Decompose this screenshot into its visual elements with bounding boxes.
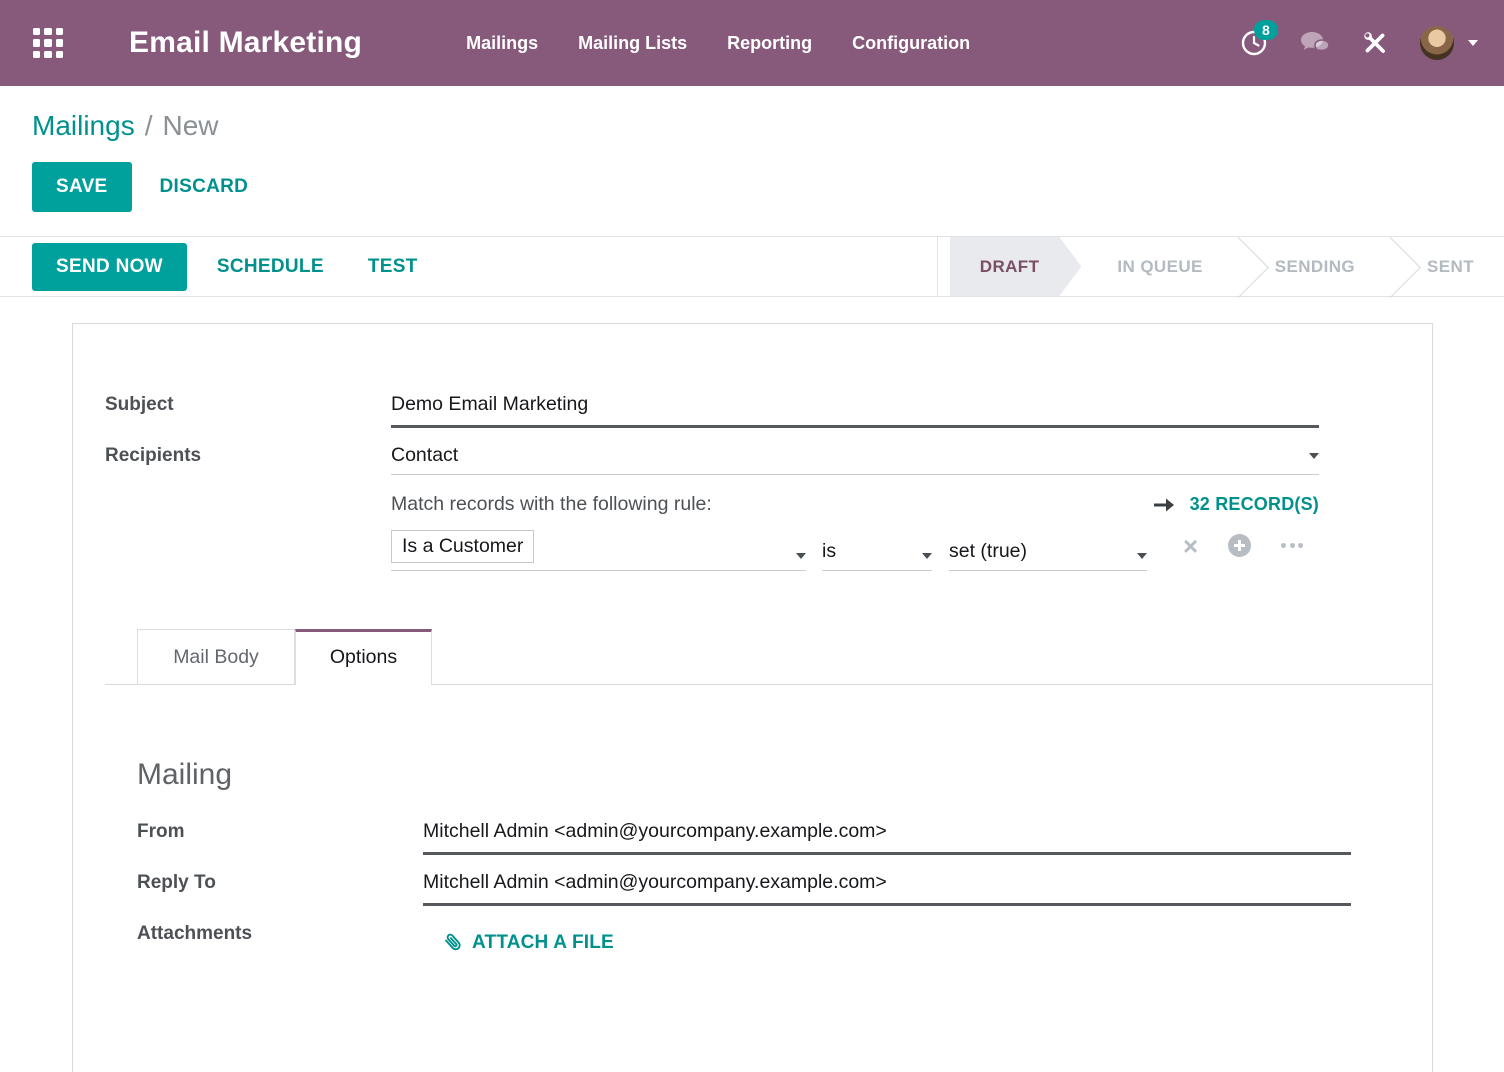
schedule-button[interactable]: SCHEDULE <box>217 256 324 278</box>
rule-value-text: set (true) <box>949 540 1027 563</box>
breadcrumb-current: New <box>162 110 218 141</box>
subject-input[interactable]: Demo Email Marketing <box>391 393 1319 428</box>
reply-to-row: Reply To Mitchell Admin <admin@yourcompa… <box>137 871 1432 906</box>
apps-grid-icon[interactable] <box>33 28 63 58</box>
chat-bubble-icon <box>1300 30 1330 56</box>
stage-sent[interactable]: SENT <box>1391 237 1504 296</box>
arrow-right-icon <box>1152 496 1176 514</box>
menu-mailing-lists[interactable]: Mailing Lists <box>578 33 687 54</box>
test-button[interactable]: TEST <box>368 256 418 278</box>
messages-chat-icon[interactable] <box>1300 30 1330 56</box>
breadcrumb-mailings[interactable]: Mailings <box>32 110 135 141</box>
developer-tools-icon[interactable] <box>1362 30 1388 56</box>
stage-divider <box>937 237 938 296</box>
rule-actions: × <box>1183 534 1303 557</box>
from-label: From <box>137 820 423 843</box>
save-button[interactable]: SAVE <box>32 162 132 212</box>
record-actions: SAVE DISCARD <box>32 162 1504 212</box>
rule-intro-row: Match records with the following rule: 3… <box>105 493 1432 530</box>
add-rule-icon[interactable] <box>1228 534 1251 557</box>
from-row: From Mitchell Admin <admin@yourcompany.e… <box>137 820 1432 855</box>
activities-clock-icon[interactable]: 8 <box>1240 29 1268 57</box>
mailing-section-title: Mailing <box>137 758 1432 792</box>
navbar-systray: 8 <box>1240 26 1478 60</box>
form-area: Subject Demo Email Marketing Recipients … <box>73 324 1432 954</box>
stage-sending[interactable]: SENDING <box>1239 237 1391 296</box>
menu-configuration[interactable]: Configuration <box>852 33 970 54</box>
recipients-value: Contact <box>391 444 458 467</box>
notebook-tabs: Mail Body Options <box>105 629 1432 685</box>
reply-to-input[interactable]: Mitchell Admin <admin@yourcompany.exampl… <box>423 871 1351 906</box>
app-title: Email Marketing <box>129 26 362 60</box>
attachments-row: Attachments ATTACH A FILE <box>137 922 1432 954</box>
subject-row: Subject Demo Email Marketing <box>105 393 1432 428</box>
rule-row: Is a Customer is set (true) × <box>105 530 1432 629</box>
tab-options[interactable]: Options <box>295 629 432 685</box>
avatar <box>1420 26 1454 60</box>
chevron-down-icon <box>922 553 932 559</box>
menu-reporting[interactable]: Reporting <box>727 33 812 54</box>
recipients-label: Recipients <box>105 444 391 467</box>
rule-field-select[interactable]: Is a Customer <box>391 530 806 571</box>
attach-file-button[interactable]: ATTACH A FILE <box>443 932 614 954</box>
stage-draft[interactable]: DRAFT <box>950 237 1082 296</box>
rule-field-value: Is a Customer <box>391 530 534 563</box>
tools-icon <box>1362 30 1388 56</box>
add-branch-icon[interactable] <box>1281 543 1303 548</box>
reply-to-label: Reply To <box>137 871 423 894</box>
record-count-link[interactable]: 32 RECORD(S) <box>1152 494 1319 515</box>
send-now-button[interactable]: SEND NOW <box>32 243 187 291</box>
top-navbar: Email Marketing Mailings Mailing Lists R… <box>0 0 1504 86</box>
breadcrumb: Mailings / New <box>0 86 1504 142</box>
main-menu: Mailings Mailing Lists Reporting Configu… <box>466 33 970 54</box>
tab-mail-body[interactable]: Mail Body <box>137 629 295 684</box>
statusbar-buttons: SEND NOW SCHEDULE TEST <box>32 243 418 291</box>
chevron-down-icon <box>1137 553 1147 559</box>
attachments-label: Attachments <box>137 922 423 945</box>
recipients-row: Recipients Contact <box>105 444 1432 475</box>
form-sheet: Subject Demo Email Marketing Recipients … <box>72 323 1433 1072</box>
stage-in-queue[interactable]: IN QUEUE <box>1081 237 1238 296</box>
recipients-select[interactable]: Contact <box>391 444 1319 475</box>
rule-value-select[interactable]: set (true) <box>949 540 1147 571</box>
chevron-down-icon <box>796 553 806 559</box>
rule-intro-text: Match records with the following rule: <box>391 493 712 516</box>
chevron-down-icon <box>1468 40 1478 46</box>
from-input[interactable]: Mitchell Admin <admin@yourcompany.exampl… <box>423 820 1351 855</box>
subject-label: Subject <box>105 393 391 416</box>
rule-operator-value: is <box>822 540 836 563</box>
attach-file-label: ATTACH A FILE <box>472 932 614 954</box>
chevron-down-icon <box>1309 453 1319 459</box>
menu-mailings[interactable]: Mailings <box>466 33 538 54</box>
statusbar: SEND NOW SCHEDULE TEST DRAFT IN QUEUE SE… <box>0 236 1504 297</box>
paperclip-icon <box>438 928 468 958</box>
stage-pipeline: DRAFT IN QUEUE SENDING SENT <box>937 237 1504 296</box>
record-count-text: 32 RECORD(S) <box>1190 494 1319 515</box>
rule-operator-select[interactable]: is <box>822 540 932 571</box>
activity-count-badge: 8 <box>1254 20 1278 40</box>
discard-button[interactable]: DISCARD <box>160 176 249 198</box>
breadcrumb-separator: / <box>145 110 153 141</box>
options-tab-content: Mailing From Mitchell Admin <admin@yourc… <box>105 685 1432 954</box>
user-menu[interactable] <box>1420 26 1478 60</box>
remove-rule-icon[interactable]: × <box>1183 536 1198 556</box>
